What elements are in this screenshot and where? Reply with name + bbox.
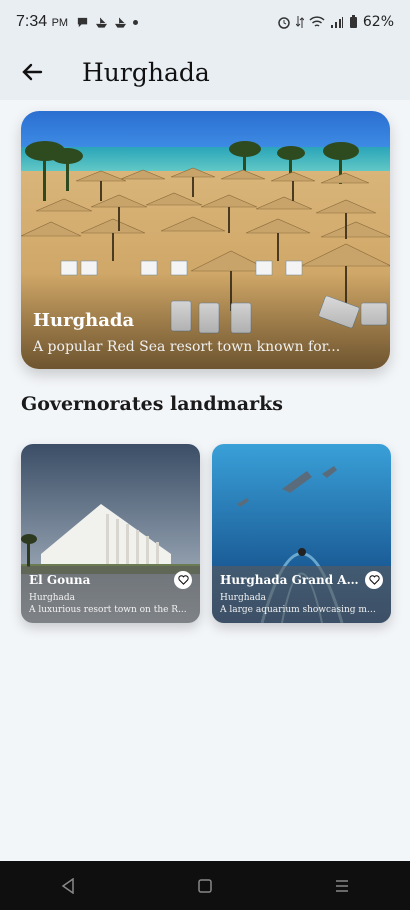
card-title: El Gouna — [29, 573, 91, 587]
heart-icon — [368, 575, 380, 585]
arrow-left-icon — [22, 63, 43, 81]
wifi-icon — [309, 15, 325, 27]
menu-lines-icon — [335, 879, 348, 892]
favorite-button[interactable] — [174, 571, 192, 589]
boat-icon — [115, 17, 127, 28]
status-time: 7:34 PM — [16, 13, 68, 31]
recents-nav-button[interactable] — [322, 871, 362, 901]
card-location: Hurghada — [29, 593, 75, 603]
square-home-icon — [198, 878, 212, 893]
time-value: 7:34 — [16, 13, 48, 30]
system-nav-bar — [0, 861, 410, 910]
battery-icon — [349, 15, 357, 28]
hero-subtitle: A popular Red Sea resort town known for.… — [33, 339, 341, 355]
card-description: A large aquarium showcasing ma... — [220, 605, 380, 615]
time-ampm: PM — [51, 17, 69, 29]
battery-percent: 62% — [362, 14, 394, 30]
data-arrows-icon — [295, 16, 304, 28]
hero-card[interactable]: Hurghada A popular Red Sea resort town k… — [21, 111, 390, 369]
back-nav-button[interactable] — [48, 871, 88, 901]
notification-dot-icon — [133, 19, 139, 25]
card-location: Hurghada — [220, 593, 266, 603]
card-title: Hurghada Grand Aq... — [220, 573, 360, 587]
signal-icon — [330, 16, 343, 28]
favorite-button[interactable] — [365, 571, 383, 589]
heart-icon — [177, 575, 189, 585]
section-title: Governorates landmarks — [21, 393, 283, 415]
boat-icon — [96, 17, 108, 28]
card-description: A luxurious resort town on the R... — [29, 605, 187, 615]
chat-icon — [77, 17, 88, 27]
status-bar: 7:34 PM 62% — [0, 0, 410, 44]
alarm-icon — [278, 17, 290, 29]
back-button[interactable] — [0, 44, 64, 100]
home-nav-button[interactable] — [185, 871, 225, 901]
triangle-back-icon — [62, 877, 75, 894]
landmark-card[interactable]: Hurghada Grand Aq... Hurghada A large aq… — [212, 444, 391, 623]
hero-title: Hurghada — [33, 310, 135, 331]
app-bar: Hurghada — [0, 44, 410, 100]
page-title: Hurghada — [82, 57, 210, 87]
landmark-card[interactable]: El Gouna Hurghada A luxurious resort tow… — [21, 444, 200, 623]
